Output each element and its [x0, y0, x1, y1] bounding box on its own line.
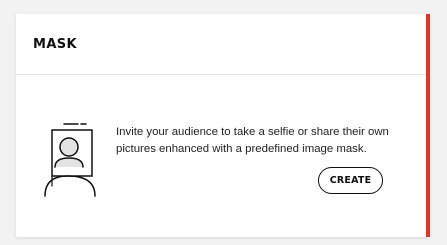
card-description: Invite your audience to take a selfie or…: [116, 126, 389, 155]
mask-card: MASK Invite your audience to take a self…: [16, 14, 430, 237]
card-title: MASK: [33, 36, 78, 52]
card-accent-bar: [426, 14, 430, 237]
selfie-portrait-icon: [43, 120, 101, 198]
card-header: MASK: [16, 14, 430, 75]
create-button[interactable]: CREATE: [318, 167, 383, 194]
